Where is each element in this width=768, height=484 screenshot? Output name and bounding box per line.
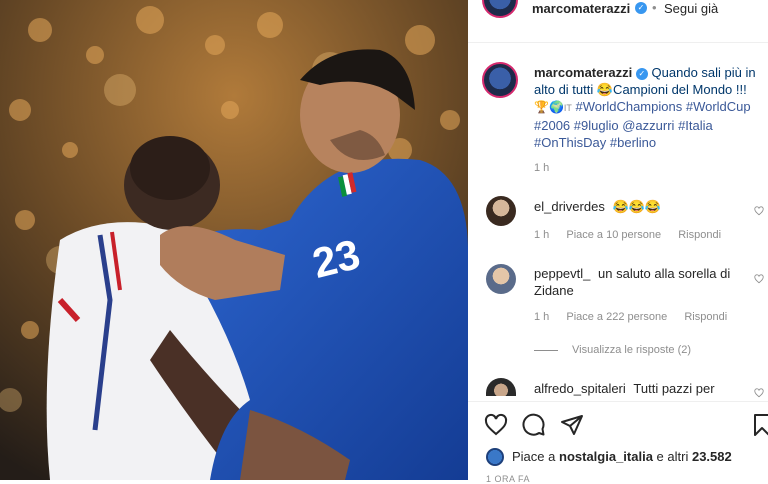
- replies-line: [534, 349, 558, 351]
- send-icon[interactable]: [560, 413, 584, 437]
- hashtag[interactable]: #WorldCup: [686, 99, 751, 114]
- comment-username[interactable]: el_driverdes: [534, 199, 605, 214]
- view-replies-label: Visualizza le risposte (2): [572, 344, 692, 356]
- caption-emojis: 🏆🌍: [534, 100, 564, 114]
- mention[interactable]: @azzurri: [622, 118, 674, 133]
- post-photo[interactable]: 23: [0, 0, 468, 480]
- comment-text: 😂😂😂: [612, 199, 662, 214]
- bookmark-icon[interactable]: [750, 413, 768, 437]
- hashtag[interactable]: #OnThisDay: [534, 135, 606, 150]
- comment: alfredo_spitaleri Tutti pazzi per: [534, 380, 754, 397]
- comment-likes[interactable]: Piace a 10 persone: [566, 229, 661, 241]
- header-divider: [468, 42, 768, 43]
- comment: el_driverdes 😂😂😂: [534, 198, 754, 215]
- comment-time[interactable]: 1 h: [534, 311, 549, 323]
- post-side-panel: marcomaterazzi ✓ • Segui già marcomatera…: [468, 0, 768, 484]
- comment-likes[interactable]: Piace a 222 persone: [566, 311, 667, 323]
- caption-country-code: IT: [563, 103, 572, 113]
- verified-badge-icon: ✓: [635, 67, 648, 80]
- hashtag[interactable]: #9luglio: [574, 118, 619, 133]
- comment-icon[interactable]: [522, 413, 546, 437]
- author-avatar[interactable]: [482, 0, 518, 18]
- photo-canvas: 23: [0, 0, 468, 480]
- caption: marcomaterazzi ✓ Quando sali più in alto…: [534, 64, 762, 151]
- comment-like-heart-icon[interactable]: [754, 206, 764, 216]
- hashtag[interactable]: #2006: [534, 118, 570, 133]
- liked-by-avatar[interactable]: [486, 448, 504, 466]
- comment-avatar[interactable]: [486, 378, 516, 396]
- comment: peppevtl_ un saluto alla sorella di Zida…: [534, 265, 754, 299]
- actions-divider: [468, 401, 768, 402]
- liked-by-user[interactable]: nostalgia_italia: [559, 449, 653, 464]
- hashtag[interactable]: #WorldChampions: [576, 99, 683, 114]
- verified-badge-icon: ✓: [635, 2, 647, 14]
- reply-button[interactable]: Rispondi: [678, 229, 721, 241]
- heart-icon[interactable]: [484, 413, 508, 437]
- hashtag[interactable]: #Italia: [678, 118, 713, 133]
- comment-username[interactable]: alfredo_spitaleri: [534, 381, 626, 396]
- comment-like-heart-icon[interactable]: [754, 388, 764, 398]
- author-username[interactable]: marcomaterazzi: [532, 1, 630, 16]
- comment-text: Tutti pazzi per: [633, 381, 715, 396]
- view-replies-button[interactable]: Visualizza le risposte (2): [534, 344, 691, 356]
- follow-status-button[interactable]: Segui già: [664, 1, 718, 16]
- post-timestamp[interactable]: 1 ORA FA: [486, 474, 530, 484]
- comment-meta: 1 h Piace a 222 persone Rispondi: [534, 311, 741, 323]
- comment-avatar[interactable]: [486, 196, 516, 226]
- caption-author-avatar[interactable]: [482, 62, 518, 98]
- liked-by-prefix: Piace a: [512, 449, 556, 464]
- comment-avatar[interactable]: [486, 264, 516, 294]
- comment-username[interactable]: peppevtl_: [534, 266, 590, 281]
- comment-meta: 1 h Piace a 10 persone Rispondi: [534, 229, 735, 241]
- reply-button[interactable]: Rispondi: [684, 311, 727, 323]
- liked-by-count[interactable]: 23.582: [692, 449, 732, 464]
- comment-like-heart-icon[interactable]: [754, 274, 764, 284]
- comment-time[interactable]: 1 h: [534, 229, 549, 241]
- caption-author[interactable]: marcomaterazzi: [534, 65, 632, 80]
- header-dot: •: [652, 0, 657, 15]
- caption-time[interactable]: 1 h: [534, 162, 549, 174]
- liked-by: Piace a nostalgia_italia e altri 23.582: [512, 449, 732, 464]
- post-header: marcomaterazzi ✓ • Segui già: [468, 0, 768, 18]
- hashtag[interactable]: #berlino: [610, 135, 656, 150]
- liked-by-suffix: e altri: [656, 449, 689, 464]
